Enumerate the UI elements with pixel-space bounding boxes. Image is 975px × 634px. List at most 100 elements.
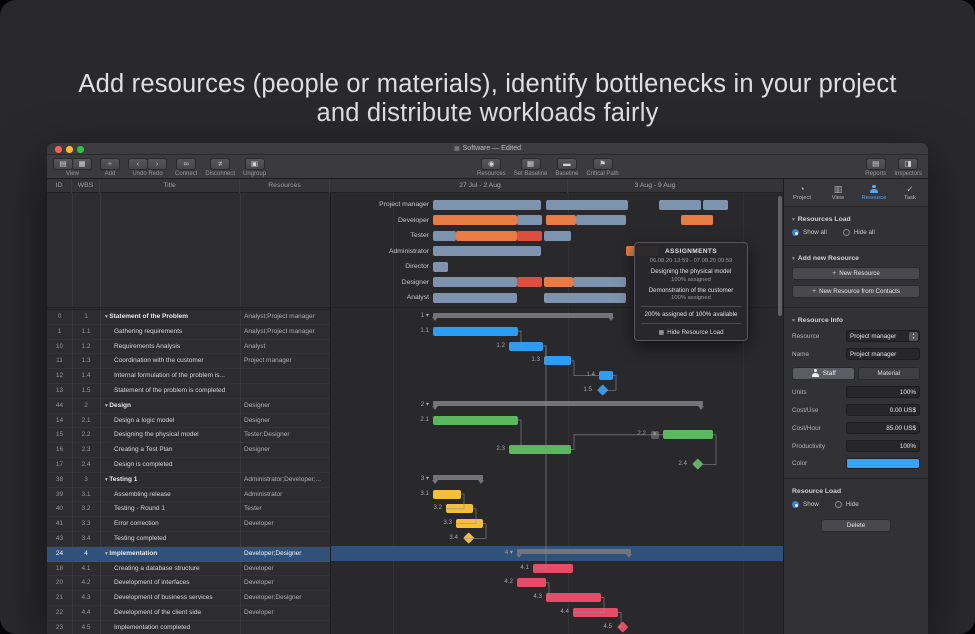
material-segment[interactable]: Material: [858, 367, 921, 380]
table-row[interactable]: 214.3Development of business servicesDev…: [47, 591, 330, 606]
color-well[interactable]: [846, 458, 920, 469]
delete-button[interactable]: Delete: [821, 519, 891, 532]
resource-load-segment-orange[interactable]: [546, 215, 576, 225]
table-row[interactable]: 101.2Requirements AnalysisAnalyst: [47, 340, 330, 355]
column-header-id[interactable]: ID: [47, 179, 72, 193]
gantt-summary-bar[interactable]: [433, 313, 613, 318]
table-row[interactable]: 172.4Design is completed: [47, 458, 330, 473]
radio-hide[interactable]: Hide: [835, 501, 859, 508]
field-value-input[interactable]: 100%: [846, 386, 920, 398]
toolbar-button-resources[interactable]: ◉: [481, 158, 501, 170]
radio-show-all[interactable]: Show all: [792, 229, 827, 236]
radio-hide-all[interactable]: Hide all: [843, 229, 875, 236]
gantt-task-bar[interactable]: [573, 608, 618, 617]
name-input[interactable]: Project manager: [846, 348, 920, 360]
table-row[interactable]: 11.1Gathering requirementsAnalyst;Projec…: [47, 325, 330, 340]
table-row[interactable]: 184.1Creating a database structureDevelo…: [47, 562, 330, 577]
resource-load-segment-red[interactable]: [517, 231, 542, 241]
table-row[interactable]: 204.2Development of interfacesDeveloper: [47, 576, 330, 591]
disclosure-triangle-icon[interactable]: ▾: [792, 318, 795, 324]
resource-load-segment-slate[interactable]: [703, 200, 728, 210]
field-value-input[interactable]: 100%: [846, 440, 920, 452]
column-header-wbs[interactable]: WBS N...: [72, 179, 100, 193]
gantt-task-bar[interactable]: [446, 504, 473, 513]
table-row[interactable]: 413.3Error correctionDeveloper: [47, 517, 330, 532]
table-row[interactable]: 224.4Development of the client sideDevel…: [47, 606, 330, 621]
resource-load-segment-orange[interactable]: [456, 231, 517, 241]
tab-resource[interactable]: Resource: [856, 179, 892, 206]
resource-load-segment-slate[interactable]: [544, 293, 626, 303]
table-row[interactable]: 111.3Coordination with the customerProje…: [47, 354, 330, 369]
table-row[interactable]: 142.1Design a logic modelDesigner: [47, 414, 330, 429]
field-value-input[interactable]: 85.00 US$: [846, 422, 920, 434]
toolbar-button-view[interactable]: ▦: [72, 158, 92, 170]
column-header-resources[interactable]: Resources: [240, 179, 330, 193]
resource-load-segment-slate[interactable]: [433, 262, 448, 272]
staff-segment[interactable]: Staff: [792, 367, 855, 380]
toolbar-button-connect[interactable]: ∞: [176, 158, 196, 170]
table-row[interactable]: 442DesignDesigner: [47, 399, 330, 414]
resource-load-segment-slate[interactable]: [433, 277, 517, 287]
toolbar-button-add[interactable]: +: [100, 158, 120, 170]
toolbar-button-undo-redo[interactable]: ‹: [128, 158, 148, 170]
close-window-button[interactable]: [55, 146, 62, 153]
toolbar-button-ungroup[interactable]: ▣: [245, 158, 265, 170]
resource-load-segment-slate[interactable]: [576, 215, 626, 225]
gantt-task-bar[interactable]: [433, 416, 518, 425]
toolbar-button-inspectors[interactable]: ◨: [898, 158, 918, 170]
gantt-task-bar[interactable]: [546, 593, 601, 602]
resource-load-segment-slate[interactable]: [546, 200, 628, 210]
table-row[interactable]: 152.2Designing the physical modelTester;…: [47, 428, 330, 443]
minimize-window-button[interactable]: [66, 146, 73, 153]
resource-load-segment-slate[interactable]: [659, 200, 701, 210]
toolbar-button-set-baseline[interactable]: ▦: [521, 158, 541, 170]
table-row[interactable]: 433.4Testing completed: [47, 532, 330, 547]
resource-load-segment-slate[interactable]: [433, 200, 541, 210]
tab-task[interactable]: ✓Task: [892, 179, 928, 206]
zoom-window-button[interactable]: [77, 146, 84, 153]
table-row[interactable]: 244ImplementationDeveloper;Designer: [47, 547, 330, 562]
toolbar-button-disconnect[interactable]: ≠: [210, 158, 230, 170]
gantt-milestone[interactable]: [693, 459, 704, 470]
toolbar-button-reports[interactable]: ▤: [866, 158, 886, 170]
column-header-title[interactable]: Title: [100, 179, 240, 193]
radio-show[interactable]: Show: [792, 501, 819, 508]
gantt-task-bar[interactable]: [509, 445, 571, 454]
table-row[interactable]: 131.5Statement of the problem is complet…: [47, 384, 330, 399]
gantt-task-bar[interactable]: [544, 356, 571, 365]
gantt-summary-bar[interactable]: [433, 475, 483, 480]
gantt-milestone[interactable]: [464, 533, 475, 544]
disclosure-triangle-icon[interactable]: ▾: [792, 217, 795, 223]
resource-load-segment-slate[interactable]: [433, 231, 456, 241]
resource-load-segment-orange[interactable]: [681, 215, 713, 225]
table-row[interactable]: 234.5Implementation completed: [47, 621, 330, 634]
gantt-task-bar[interactable]: [433, 327, 518, 336]
table-row[interactable]: 393.1Assembling releaseAdministrator: [47, 488, 330, 503]
resource-load-segment-slate[interactable]: [573, 277, 626, 287]
resource-load-segment-red[interactable]: [517, 277, 542, 287]
table-row[interactable]: 121.4Internal formulation of the problem…: [47, 369, 330, 384]
gantt-milestone[interactable]: [618, 622, 629, 633]
table-row[interactable]: 403.2Testing - Round 1Tester: [47, 502, 330, 517]
resource-load-segment-slate[interactable]: [433, 246, 541, 256]
table-row[interactable]: 01Statement of the ProblemAnalyst;Projec…: [47, 310, 330, 325]
toolbar-button-critical-path[interactable]: ⚑: [593, 158, 613, 170]
gantt-task-bar[interactable]: [456, 519, 483, 528]
table-row[interactable]: 383Testing 1Administrator;Developer;...: [47, 473, 330, 488]
toolbar-button-baseline[interactable]: ▬: [557, 158, 577, 170]
new-resource-from-contacts-button[interactable]: + New Resource from Contacts: [792, 285, 920, 298]
resource-load-segment-slate[interactable]: [433, 293, 517, 303]
resource-load-segment-slate[interactable]: [544, 231, 571, 241]
resource-load-segment-slate[interactable]: [517, 215, 542, 225]
gantt-task-bar[interactable]: [433, 490, 461, 499]
gantt-task-bar[interactable]: [509, 342, 543, 351]
new-resource-button[interactable]: + New Resource: [792, 267, 920, 280]
gantt-task-bar[interactable]: [533, 564, 573, 573]
disclosure-triangle-icon[interactable]: ▾: [792, 256, 795, 262]
resource-load-segment-orange[interactable]: [433, 215, 517, 225]
gantt-summary-bar[interactable]: [433, 401, 703, 406]
gantt-summary-bar[interactable]: [517, 549, 631, 554]
toolbar-button-undo-redo[interactable]: ›: [147, 158, 167, 170]
resource-dropdown[interactable]: Project manager: [846, 330, 920, 342]
toolbar-button-view[interactable]: ▤: [53, 158, 73, 170]
